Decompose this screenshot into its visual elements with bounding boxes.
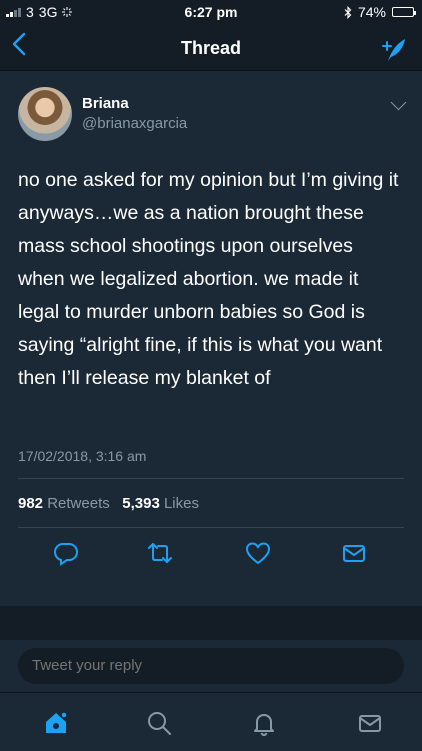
tab-notifications[interactable] xyxy=(250,709,278,737)
status-bar: 3 3G 6:27 pm 74% xyxy=(0,0,422,26)
bluetooth-icon xyxy=(344,5,352,19)
like-button[interactable] xyxy=(244,539,272,567)
chevron-down-icon[interactable] xyxy=(390,94,407,111)
like-label: Likes xyxy=(163,495,199,512)
battery-percent: 74% xyxy=(357,4,386,20)
battery-icon xyxy=(392,7,416,17)
page-title: Thread xyxy=(180,38,241,58)
retweet-count: 982 xyxy=(18,495,44,512)
tweet-timestamp: 17/02/2018, 3:16 am xyxy=(18,448,147,464)
tweet-text: no one asked for my opinion but I’m givi… xyxy=(18,169,399,389)
tab-bar xyxy=(0,692,422,751)
compose-tweet-button[interactable] xyxy=(378,34,408,64)
tweet-detail: Briana @brianaxgarcia no one asked for m… xyxy=(0,71,422,606)
like-icon xyxy=(245,542,271,565)
reply-bar xyxy=(0,640,422,692)
message-icon xyxy=(343,545,365,562)
tab-messages[interactable] xyxy=(356,709,384,737)
tab-home[interactable] xyxy=(42,709,70,737)
author-handle[interactable]: @brianaxgarcia xyxy=(82,115,187,132)
home-icon xyxy=(46,711,68,733)
retweets-stat[interactable]: 982 Retweets xyxy=(18,495,110,512)
author-name[interactable]: Briana xyxy=(82,95,129,112)
compose-feather-icon xyxy=(382,39,405,61)
status-right: 74% xyxy=(344,4,416,20)
notifications-icon xyxy=(254,714,274,737)
reply-icon xyxy=(53,543,79,566)
messages-icon xyxy=(359,715,381,732)
retweet-button[interactable] xyxy=(146,539,174,567)
tab-search[interactable] xyxy=(145,709,173,737)
divider xyxy=(18,478,404,479)
reply-button[interactable] xyxy=(52,539,80,567)
reply-input[interactable] xyxy=(18,648,404,684)
tweet-stats: 982 Retweets 5,393 Likes xyxy=(18,495,199,512)
like-count: 5,393 xyxy=(122,495,160,512)
retweet-label: Retweets xyxy=(47,495,110,512)
avatar[interactable] xyxy=(18,87,72,141)
divider xyxy=(18,527,404,528)
share-dm-button[interactable] xyxy=(340,539,368,567)
retweet-icon xyxy=(148,543,172,563)
nav-bar: Thread xyxy=(0,26,422,71)
tweet-actions xyxy=(0,539,422,569)
search-icon xyxy=(148,712,171,735)
likes-stat[interactable]: 5,393 Likes xyxy=(122,495,199,512)
